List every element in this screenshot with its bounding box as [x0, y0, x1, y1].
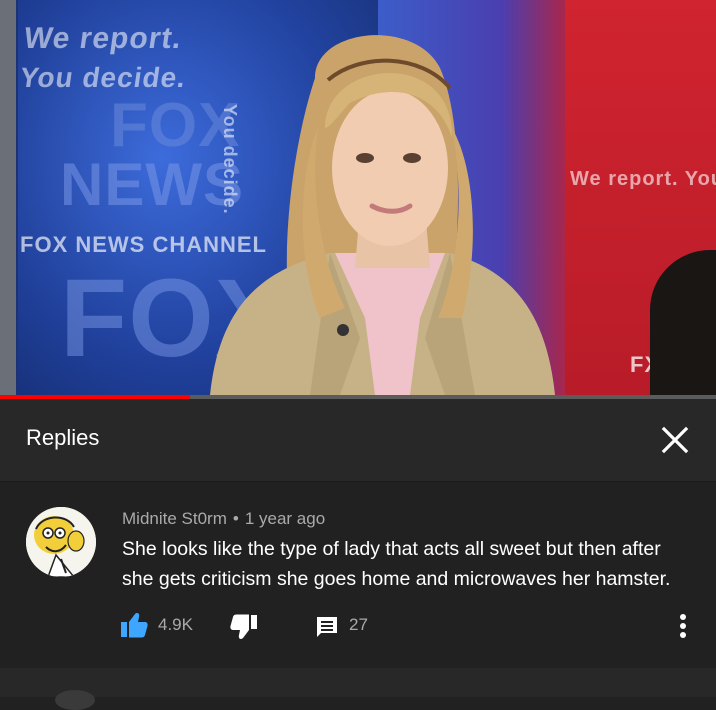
more-vert-icon[interactable] — [678, 612, 688, 640]
comment-item: Midnite St0rm • 1 year ago She looks like … — [0, 482, 716, 668]
video-player[interactable]: We report. You decide. NEWS FOX FOX NEWS… — [0, 0, 716, 395]
comment-text: She looks like the type of lady that act… — [122, 538, 671, 590]
meta-separator: • — [232, 509, 239, 528]
replies-title: Replies — [26, 425, 100, 450]
comment-author[interactable]: Midnite St0rm — [122, 509, 227, 528]
replies-header: Replies — [0, 399, 716, 482]
reply-count: 27 — [349, 615, 368, 634]
frame-edge — [0, 0, 16, 395]
avatar[interactable] — [26, 507, 96, 577]
thumbs-down-icon[interactable] — [230, 614, 258, 640]
comment-actions: 4.9K 27 — [120, 610, 710, 640]
comment-icon[interactable] — [315, 615, 339, 639]
avatar-image — [26, 507, 96, 577]
news-anchor-figure — [210, 35, 555, 395]
like-count: 4.9K — [158, 615, 193, 634]
comment-meta: Midnite St0rm • 1 year ago — [122, 509, 325, 529]
close-icon[interactable] — [656, 421, 694, 459]
backdrop-text: We report. — [21, 22, 185, 55]
thumbs-up-icon[interactable] — [120, 612, 148, 638]
comment-timestamp[interactable]: 1 year ago — [245, 509, 325, 528]
backdrop-text: We report. You d — [570, 168, 716, 190]
next-comment-strip — [0, 668, 716, 710]
next-avatar-peek — [55, 690, 95, 710]
